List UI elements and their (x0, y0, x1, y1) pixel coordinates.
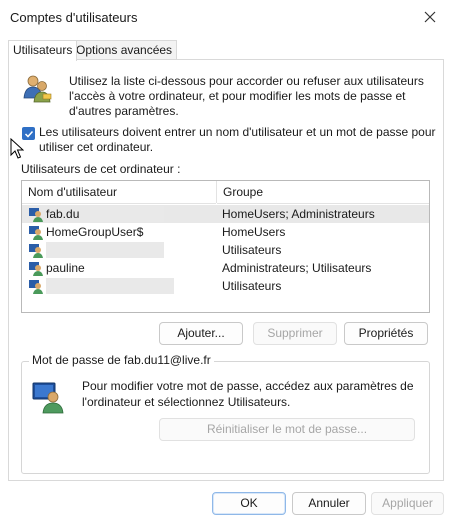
tab-panel-users: Utilisez la liste ci-dessous pour accord… (8, 59, 444, 481)
users-list[interactable]: Nom d'utilisateur Groupe fab.du HomeUser… (21, 180, 430, 313)
user-group: HomeUsers (222, 225, 286, 239)
user-group: Utilisateurs (222, 279, 282, 293)
users-list-label: Utilisateurs de cet ordinateur : (21, 162, 181, 176)
username: pauline (46, 261, 85, 275)
properties-button[interactable]: Propriétés (344, 322, 428, 345)
user-password-icon (32, 382, 64, 414)
table-row[interactable]: fab.du HomeUsers; Administrateurs (22, 205, 429, 223)
ok-button[interactable]: OK (212, 492, 286, 515)
close-icon[interactable] (418, 6, 442, 28)
add-user-button[interactable]: Ajouter... (159, 322, 243, 345)
user-group: Administrateurs; Utilisateurs (222, 261, 372, 275)
table-row[interactable]: pauline Administrateurs; Utilisateurs (22, 259, 429, 277)
user-icon (29, 226, 43, 240)
table-row[interactable]: HomeGroupUser$ HomeUsers (22, 223, 429, 241)
user-icon (29, 262, 43, 276)
intro-text: Utilisez la liste ci-dessous pour accord… (69, 74, 424, 118)
password-group-label: Mot de passe de fab.du11@live.fr (29, 353, 214, 367)
table-row[interactable]: Utilisateurs (22, 241, 429, 259)
tab-users[interactable]: Utilisateurs (8, 40, 78, 61)
title-bar: Comptes d'utilisateurs (0, 0, 450, 36)
window-title: Comptes d'utilisateurs (10, 10, 138, 25)
user-icon (29, 208, 43, 222)
remove-user-button[interactable]: Supprimer (253, 322, 337, 345)
username: HomeGroupUser$ (46, 225, 144, 239)
require-password-label[interactable]: Les utilisateurs doivent entrer un nom d… (39, 125, 439, 155)
user-icon (29, 244, 43, 258)
tab-advanced-options[interactable]: Options avancées (71, 40, 178, 60)
username: fab.du (46, 207, 80, 221)
password-group-text: Pour modifier votre mot de passe, accéde… (82, 379, 414, 409)
redacted-username (46, 278, 174, 294)
checkmark-icon (24, 130, 33, 138)
redacted-username (46, 242, 164, 258)
column-header-username[interactable]: Nom d'utilisateur (22, 181, 216, 204)
users-icon (23, 75, 52, 103)
cancel-button[interactable]: Annuler (292, 492, 366, 515)
reset-password-button[interactable]: Réinitialiser le mot de passe... (159, 418, 415, 441)
tab-strip: Utilisateurs Options avancées (8, 40, 442, 61)
apply-button[interactable]: Appliquer (371, 492, 444, 515)
redacted-username (90, 206, 164, 222)
table-row[interactable]: Utilisateurs (22, 277, 429, 295)
user-icon (29, 280, 43, 294)
column-header-group[interactable]: Groupe (217, 181, 429, 204)
user-group: HomeUsers; Administrateurs (222, 207, 375, 221)
user-group: Utilisateurs (222, 243, 282, 257)
mouse-pointer-icon (10, 138, 24, 159)
